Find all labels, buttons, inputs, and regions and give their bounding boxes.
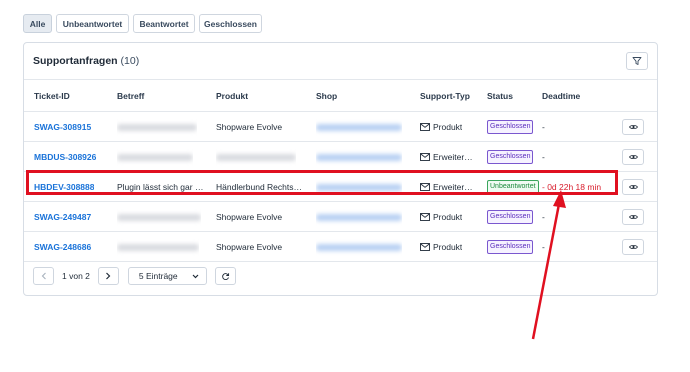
- view-button[interactable]: [622, 119, 644, 135]
- view-button[interactable]: [622, 209, 644, 225]
- status-cell: Geschlossen: [487, 232, 534, 262]
- deadtime-cell: - 0d 22h 18 min: [542, 182, 602, 192]
- status-badge: Geschlossen: [487, 210, 534, 224]
- support-type-label: Produkt: [433, 212, 463, 222]
- status-badge: Geschlossen: [487, 120, 534, 134]
- col-ticket-id[interactable]: Ticket-ID: [34, 80, 70, 112]
- col-betreff[interactable]: Betreff: [117, 80, 144, 112]
- eye-icon: [628, 214, 638, 220]
- card-title-text: Supportanfragen: [33, 55, 118, 67]
- subject-redacted: [117, 142, 193, 172]
- ticket-id-link[interactable]: SWAG-308915: [34, 112, 91, 142]
- eye-icon: [628, 124, 638, 130]
- mail-icon: [420, 213, 430, 221]
- col-support-typ[interactable]: Support-Typ: [420, 80, 470, 112]
- card-header: Supportanfragen (10): [24, 43, 657, 80]
- product-cell: Händlerbund Rechts…: [216, 182, 302, 192]
- mail-icon: [420, 183, 430, 191]
- mail-icon: [420, 243, 430, 251]
- support-page: Alle Unbeantwortet Beantwortet Geschloss…: [0, 0, 690, 372]
- support-type-cell: Produkt: [420, 202, 462, 232]
- table-row[interactable]: SWAG-248686 Shopware Evolve Produkt Gesc…: [24, 232, 657, 262]
- ticket-id-link[interactable]: HBDEV-308888: [34, 172, 94, 202]
- deadtime-cell: -: [542, 242, 545, 252]
- col-shop[interactable]: Shop: [316, 80, 337, 112]
- eye-icon: [628, 154, 638, 160]
- mail-icon: [420, 123, 430, 131]
- prev-page-button[interactable]: [33, 267, 54, 285]
- table-row[interactable]: SWAG-308915 Shopware Evolve Produkt Gesc…: [24, 112, 657, 142]
- support-requests-card: Supportanfragen (10) Ticket-ID Betreff P…: [23, 42, 658, 296]
- view-button[interactable]: [622, 179, 644, 195]
- refresh-button[interactable]: [214, 267, 236, 285]
- shop-redacted[interactable]: [316, 232, 402, 262]
- ticket-id-link[interactable]: SWAG-249487: [34, 202, 91, 232]
- status-cell: Geschlossen: [487, 142, 534, 172]
- subject-cell: Plugin lässt sich gar …: [117, 182, 204, 192]
- page-indicator: 1 von 2: [62, 271, 90, 281]
- table-header: Ticket-ID Betreff Produkt Shop Support-T…: [24, 80, 657, 112]
- table-row[interactable]: MBDUS-308926 Erweiter… Geschlossen -: [24, 142, 657, 172]
- shop-redacted[interactable]: [316, 202, 402, 232]
- support-type-label: Produkt: [433, 122, 463, 132]
- eye-icon: [628, 184, 638, 190]
- refresh-icon: [222, 272, 229, 280]
- pagination: 1 von 2 5 Einträge: [33, 267, 236, 285]
- filter-button[interactable]: [626, 52, 648, 70]
- card-title: Supportanfragen (10): [33, 55, 139, 67]
- product-cell: Shopware Evolve: [216, 212, 283, 222]
- ticket-id-link[interactable]: SWAG-248686: [34, 232, 91, 262]
- support-type-label: Erweiter…: [433, 152, 473, 162]
- deadtime-cell: -: [542, 122, 545, 132]
- status-badge: Unbeantwortet: [487, 180, 539, 194]
- filter-icon: [632, 57, 642, 65]
- product-cell: Shopware Evolve: [216, 122, 283, 132]
- status-badge: Geschlossen: [487, 240, 534, 254]
- support-type-cell: Erweiter…: [420, 142, 473, 172]
- card-title-count: (10): [120, 55, 140, 67]
- subject-redacted: [117, 202, 201, 232]
- support-type-cell: Produkt: [420, 232, 462, 262]
- status-cell: Geschlossen: [487, 202, 534, 232]
- chevron-down-icon: [192, 274, 199, 278]
- shop-redacted[interactable]: [316, 112, 402, 142]
- support-type-label: Erweiter…: [433, 182, 473, 192]
- tab-alle[interactable]: Alle: [23, 14, 52, 33]
- deadtime-cell: -: [542, 152, 545, 162]
- status-cell: Unbeantwortet: [487, 172, 539, 202]
- page-size-label: 5 Einträge: [138, 271, 178, 281]
- table-row[interactable]: SWAG-249487 Shopware Evolve Produkt Gesc…: [24, 202, 657, 232]
- mail-icon: [420, 153, 430, 161]
- col-deadtime[interactable]: Deadtime: [542, 80, 580, 112]
- subject-redacted: [117, 232, 199, 262]
- ticket-id-link[interactable]: MBDUS-308926: [34, 142, 96, 172]
- shop-redacted[interactable]: [316, 172, 402, 202]
- tab-unbeantwortet[interactable]: Unbeantwortet: [56, 14, 129, 33]
- col-status[interactable]: Status: [487, 80, 513, 112]
- chevron-right-icon: [106, 272, 111, 280]
- tab-geschlossen[interactable]: Geschlossen: [199, 14, 262, 33]
- view-button[interactable]: [622, 149, 644, 165]
- table-row[interactable]: HBDEV-308888 Plugin lässt sich gar … Hän…: [24, 172, 657, 202]
- status-badge: Geschlossen: [487, 150, 534, 164]
- eye-icon: [628, 244, 638, 250]
- deadtime-cell: -: [542, 212, 545, 222]
- support-type-cell: Produkt: [420, 112, 462, 142]
- page-size-select[interactable]: 5 Einträge: [127, 267, 207, 285]
- product-cell: Shopware Evolve: [216, 242, 283, 252]
- next-page-button[interactable]: [97, 267, 119, 285]
- col-produkt[interactable]: Produkt: [216, 80, 248, 112]
- status-cell: Geschlossen: [487, 112, 534, 142]
- support-type-label: Produkt: [433, 242, 463, 252]
- chevron-left-icon: [41, 272, 46, 280]
- support-type-cell: Erweiter…: [420, 172, 473, 202]
- shop-redacted[interactable]: [316, 142, 402, 172]
- view-button[interactable]: [622, 239, 644, 255]
- tab-beantwortet[interactable]: Beantwortet: [133, 14, 195, 33]
- filter-tabs: Alle Unbeantwortet Beantwortet Geschloss…: [23, 14, 262, 33]
- subject-redacted: [117, 112, 197, 142]
- product-redacted: [216, 142, 296, 172]
